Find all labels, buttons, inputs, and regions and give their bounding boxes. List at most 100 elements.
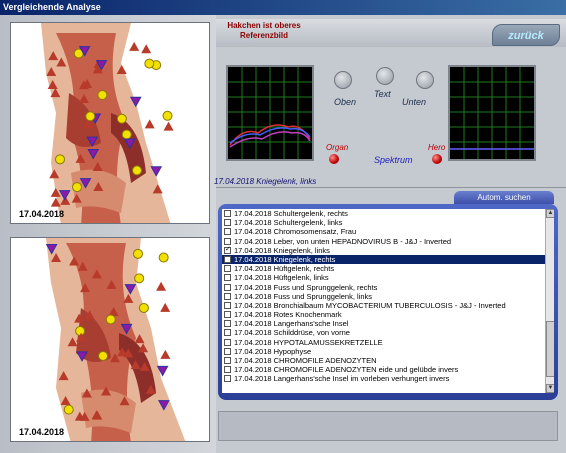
triangle-marker (163, 121, 174, 131)
list-item[interactable]: 17.04.2018 Kniegelenk, rechts (222, 254, 554, 265)
list-item-label: 17.04.2018 CHROMOFILE ADENOZYTEN eide un… (234, 365, 459, 375)
item-checkbox[interactable] (224, 357, 231, 364)
list-item-label: 17.04.2018 HYPOTALAMUSSEKRETZELLE (234, 337, 383, 347)
item-checkbox[interactable] (224, 219, 231, 227)
hexagon-marker (97, 89, 108, 100)
oben-knob[interactable] (334, 71, 352, 89)
list-item[interactable]: 17.04.2018 Langerhans'sche Insel (222, 319, 554, 328)
list-item[interactable]: 17.04.2018 Rotes Knochenmark (222, 310, 554, 319)
item-checkbox[interactable] (224, 320, 231, 328)
list-item-label: 17.04.2018 Fuss und Sprunggelenk, rechts (234, 282, 378, 292)
unten-label: Unten (402, 97, 427, 107)
hexagon-marker (98, 350, 109, 361)
item-checkbox[interactable] (224, 311, 231, 319)
list-item[interactable]: 17.04.2018 Fuss und Sprunggelenk, rechts (222, 283, 554, 292)
item-checkbox[interactable] (224, 292, 231, 300)
window-title: Vergleichende Analyse (0, 0, 566, 15)
header-bar: Hakchen ist oberes Referenzbild zurück (216, 19, 566, 47)
item-checkbox[interactable] (224, 366, 231, 374)
item-checkbox[interactable] (224, 283, 231, 291)
list-item-label: 17.04.2018 Chromosomensatz, Frau (234, 227, 357, 237)
list-item[interactable]: 17.04.2018 Hypophyse (222, 347, 554, 356)
hexagon-marker (72, 182, 83, 193)
list-item-label: 17.04.2018 Schilddrüse, von vorne (234, 328, 350, 338)
organ-led[interactable] (329, 154, 339, 164)
reference-hint-line1: Hakchen ist oberes (227, 21, 301, 30)
list-item[interactable]: 17.04.2018 Schultergelenk, rechts (222, 209, 554, 218)
list-item-label: 17.04.2018 Hüftgelenk, rechts (234, 264, 335, 274)
item-checkbox[interactable] (224, 265, 231, 273)
list-item-label: 17.04.2018 Schultergelenk, rechts (234, 209, 348, 218)
reference-hint: Hakchen ist oberes Referenzbild (216, 21, 312, 41)
list-item-label: 17.04.2018 Leber, von unten HEPADNOVIRUS… (234, 236, 452, 246)
divider (216, 187, 566, 188)
hexagon-marker (85, 111, 96, 122)
item-checkbox[interactable] (224, 245, 231, 254)
list-item[interactable]: 17.04.2018 Bronchialbaum MYCOBACTERIUM T… (222, 301, 554, 310)
analysis-list-frame: 17.04.2018 Schultergelenk, rechts 17.04.2… (218, 204, 558, 400)
item-checkbox[interactable] (224, 338, 231, 346)
hexagon-marker (133, 248, 144, 259)
hero-led[interactable] (432, 154, 442, 164)
list-item[interactable]: 17.04.2018 Schilddrüse, von vorne (222, 328, 554, 337)
current-selection-label: 17.04.2018 Kniegelenk, links (214, 177, 317, 186)
unten-knob[interactable] (416, 71, 434, 89)
list-item[interactable]: 17.04.2018 Hüftgelenk, links (222, 273, 554, 282)
scroll-thumb[interactable] (546, 321, 554, 377)
list-item[interactable]: 17.04.2018 CHROMOFILE ADENOZYTEN eide un… (222, 365, 554, 374)
list-item-label: 17.04.2018 Bronchialbaum MYCOBACTERIUM T… (234, 300, 506, 310)
reference-image-top[interactable]: 17.04.2018 (10, 22, 210, 224)
knee-anatomy-image-bottom (45, 238, 186, 441)
hexagon-marker (75, 326, 86, 337)
list-item-label: 17.04.2018 Rotes Knochenmark (234, 310, 342, 320)
list-item-label: 17.04.2018 Hüftgelenk, links (234, 273, 329, 283)
list-item-label: 17.04.2018 CHROMOFILE ADENOZYTEN (234, 356, 377, 365)
item-checkbox[interactable] (224, 255, 231, 263)
scroll-up-button[interactable]: ▲ (546, 209, 554, 218)
list-item-label: 17.04.2018 Kniegelenk, links (234, 245, 330, 255)
top-image-date: 17.04.2018 (19, 209, 65, 219)
list-item[interactable]: 17.04.2018 Fuss und Sprunggelenk, links (222, 292, 554, 301)
hexagon-marker (105, 314, 116, 325)
hexagon-marker (131, 165, 142, 176)
scroll-down-button[interactable]: ▼ (546, 384, 554, 393)
list-item[interactable]: 17.04.2018 Chromosomensatz, Frau (222, 227, 554, 236)
item-checkbox[interactable] (224, 274, 231, 282)
list-item[interactable]: 17.04.2018 Leber, von unten HEPADNOVIRUS… (222, 237, 554, 246)
list-item[interactable]: 17.04.2018 Kniegelenk, links (222, 245, 554, 255)
hexagon-marker (116, 113, 127, 124)
text-label: Text (374, 89, 391, 99)
item-checkbox[interactable] (224, 228, 231, 236)
list-item[interactable]: 17.04.2018 Langerhans'sche Insel im vorl… (222, 374, 554, 383)
hexagon-marker (134, 273, 145, 284)
comparison-image-bottom[interactable]: 17.04.2018 (10, 237, 210, 442)
item-checkbox[interactable] (224, 301, 231, 309)
item-checkbox[interactable] (224, 347, 231, 355)
item-checkbox[interactable] (224, 237, 231, 245)
list-item[interactable]: 17.04.2018 Schultergelenk, links (222, 218, 554, 227)
list-item[interactable]: 17.04.2018 CHROMOFILE ADENOZYTEN (222, 356, 554, 365)
list-item[interactable]: 17.04.2018 Hüftgelenk, rechts (222, 264, 554, 273)
hero-spectrum-graph (450, 67, 534, 159)
hero-label: Hero (428, 143, 446, 152)
analysis-list[interactable]: 17.04.2018 Schultergelenk, rechts 17.04.2… (222, 209, 554, 393)
text-knob[interactable] (376, 67, 394, 85)
organ-spectrum-graph (228, 67, 312, 159)
analysis-area: Hakchen ist oberes Referenzbild zurück O… (214, 15, 566, 453)
list-scrollbar[interactable]: ▲ ▼ (545, 209, 554, 393)
reference-hint-line2: Referenzbild (239, 31, 288, 40)
item-checkbox[interactable] (224, 210, 231, 217)
item-checkbox[interactable] (224, 329, 231, 337)
hexagon-marker (144, 58, 155, 69)
list-item[interactable]: 17.04.2018 HYPOTALAMUSSEKRETZELLE (222, 338, 554, 347)
oben-label: Oben (334, 97, 357, 107)
hero-oscilloscope (448, 65, 536, 161)
back-button[interactable]: zurück (492, 24, 560, 46)
auto-search-button[interactable]: Autom. suchen (454, 191, 554, 204)
image-panel: 17.04.2018 17.04.2018 (0, 15, 216, 453)
list-item-label: 17.04.2018 Schultergelenk, links (234, 218, 343, 228)
triangle-marker (129, 41, 140, 51)
item-checkbox[interactable] (224, 375, 231, 383)
hexagon-marker (121, 129, 132, 140)
spektrum-label: Spektrum (374, 155, 413, 165)
